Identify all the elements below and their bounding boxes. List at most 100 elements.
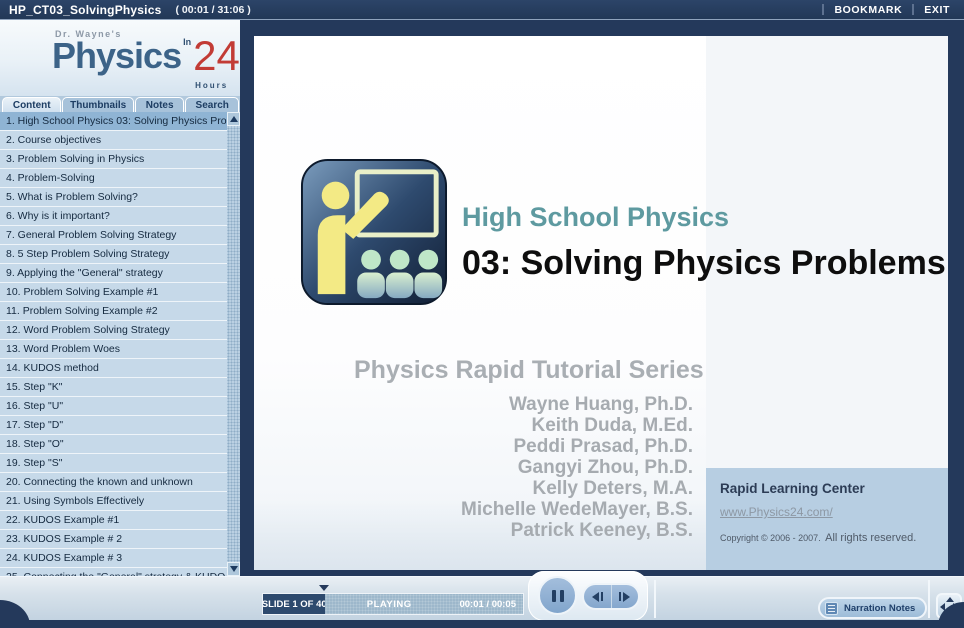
slide-stage: High School Physics 03: Solving Physics …: [252, 20, 964, 576]
org-name: Rapid Learning Center: [720, 481, 865, 496]
previous-icon: [591, 591, 599, 602]
tab-thumbnails[interactable]: Thumbnails: [62, 97, 134, 112]
slide-subtitle: Physics Rapid Tutorial Series: [354, 356, 704, 384]
toc-item[interactable]: 23. KUDOS Example # 2: [0, 530, 227, 549]
notes-document-icon: [825, 601, 838, 615]
logo-number: 24: [193, 32, 240, 79]
next-slide-button[interactable]: [612, 585, 639, 608]
slide-elapsed-time: 00:01 / 00:05: [459, 598, 516, 610]
toc-item[interactable]: 12. Word Problem Solving Strategy: [0, 321, 227, 340]
toc-item[interactable]: 21. Using Symbols Effectively: [0, 492, 227, 511]
series-title: High School Physics: [462, 202, 730, 232]
author-name: Patrick Keeney, B.S.: [510, 520, 693, 541]
teacher-classroom-icon: [300, 158, 448, 306]
sidebar-tabs: Content Thumbnails Notes Search: [0, 96, 240, 112]
slide-title: 03: Solving Physics Problems: [462, 244, 946, 282]
toc-item[interactable]: 5. What is Problem Solving?: [0, 188, 227, 207]
logo-word: Physics: [52, 35, 182, 76]
author-name: Gangyi Zhou, Ph.D.: [517, 457, 693, 478]
topbar-divider: [912, 4, 915, 15]
sidebar: Dr. Wayne's Physics In 24 Hours Content T…: [0, 20, 240, 576]
author-name: Kelly Deters, M.A.: [532, 478, 694, 499]
controlbar-divider: [654, 580, 656, 618]
toc-panel: 1. High School Physics 03: Solving Physi…: [0, 112, 240, 576]
topbar-divider: [822, 4, 825, 15]
tab-notes[interactable]: Notes: [134, 97, 185, 112]
toc-item[interactable]: 11. Problem Solving Example #2: [0, 302, 227, 321]
toc-item[interactable]: 22. KUDOS Example #1: [0, 511, 227, 530]
playback-status: PLAYING: [366, 598, 412, 610]
expand-icon: [946, 597, 954, 602]
logo-wordmark: Physics In 24 Hours: [52, 32, 240, 92]
toc-item[interactable]: 10. Problem Solving Example #1: [0, 283, 227, 302]
toc-item[interactable]: 4. Problem-Solving: [0, 169, 227, 188]
brand-logo: Dr. Wayne's Physics In 24 Hours: [0, 20, 240, 96]
next-icon-bar: [619, 592, 622, 601]
tab-content[interactable]: Content: [2, 97, 62, 112]
toc-item[interactable]: 19. Step "S": [0, 454, 227, 473]
author-name: Keith Duda, M.Ed.: [531, 415, 694, 436]
tab-search[interactable]: Search: [185, 97, 239, 112]
logo-hours: Hours: [195, 81, 229, 90]
app-window: HP_CT03_SolvingPhysics ( 00:01 / 31:06 )…: [0, 0, 964, 628]
pause-button[interactable]: [538, 576, 577, 615]
author-name: Wayne Huang, Ph.D.: [508, 394, 693, 415]
total-duration: ( 00:01 / 31:06 ): [175, 3, 251, 16]
toc-item[interactable]: 25. Connecting the "General" strategy & …: [0, 568, 227, 576]
toc-item[interactable]: 1. High School Physics 03: Solving Physi…: [0, 112, 227, 131]
author-name: Peddi Prasad, Ph.D.: [513, 436, 694, 457]
seek-marker[interactable]: [319, 585, 330, 591]
toc-item[interactable]: 2. Course objectives: [0, 131, 227, 150]
toc-item[interactable]: 9. Applying the "General" strategy: [0, 264, 227, 283]
logo-in: In: [183, 37, 192, 47]
playback-controls: [528, 571, 648, 621]
toc-item[interactable]: 3. Problem Solving in Physics: [0, 150, 227, 169]
pause-icon: [551, 589, 556, 602]
slide-counter: SLIDE 1 OF 40: [263, 598, 326, 610]
window-title: HP_CT03_SolvingPhysics: [9, 2, 162, 17]
progress-bar[interactable]: SLIDE 1 OF 40 PLAYING 00:01 / 00:05: [262, 593, 524, 615]
toc-scrollbar[interactable]: [227, 112, 240, 576]
player-controlbar: SLIDE 1 OF 40 PLAYING 00:01 / 00:05 Narr…: [0, 571, 964, 621]
scroll-up-button[interactable]: [227, 112, 240, 126]
toc-item[interactable]: 20. Connecting the known and unknown: [0, 473, 227, 492]
progress-fill: SLIDE 1 OF 40: [263, 594, 326, 614]
toc-item[interactable]: 24. KUDOS Example # 3: [0, 549, 227, 568]
bottom-strip: [0, 620, 964, 628]
author-name: Michelle WedeMayer, B.S.: [461, 499, 693, 520]
toc-item[interactable]: 15. Step "K": [0, 378, 227, 397]
topbar-right: BOOKMARK EXIT: [822, 4, 964, 16]
toc-item[interactable]: 8. 5 Step Problem Solving Strategy: [0, 245, 227, 264]
slide-footer-panel: Rapid Learning Center www.Physics24.com/…: [706, 468, 948, 570]
narration-notes-button[interactable]: Narration Notes: [818, 597, 928, 619]
exit-button[interactable]: EXIT: [924, 4, 950, 16]
triangle-up-icon: [229, 116, 238, 122]
bookmark-button[interactable]: BOOKMARK: [834, 4, 902, 16]
triangle-down-icon: [229, 566, 238, 572]
author-list: Wayne Huang, Ph.D. Keith Duda, M.Ed. Peddi…: [314, 394, 693, 541]
progress-track: PLAYING 00:01 / 00:05: [325, 594, 523, 614]
main-row: Dr. Wayne's Physics In 24 Hours Content T…: [0, 20, 964, 576]
toc-item[interactable]: 13. Word Problem Woes: [0, 340, 227, 359]
toc-item[interactable]: 6. Why is it important?: [0, 207, 227, 226]
prev-next-group: [582, 583, 640, 610]
slide-canvas: High School Physics 03: Solving Physics …: [254, 36, 948, 570]
toc-item[interactable]: 14. KUDOS method: [0, 359, 227, 378]
topbar: HP_CT03_SolvingPhysics ( 00:01 / 31:06 )…: [0, 0, 964, 20]
previous-icon-bar: [600, 592, 603, 601]
logo-24: In 24 Hours: [181, 32, 240, 92]
toc-item[interactable]: 17. Step "D": [0, 416, 227, 435]
pane-splitter: [240, 20, 252, 576]
controlbar-divider: [928, 580, 930, 618]
pause-icon: [559, 589, 564, 602]
toc-item[interactable]: 18. Step "O": [0, 435, 227, 454]
copyright-text: Copyright © 2006 - 2007. All rights rese…: [720, 532, 917, 544]
next-icon: [623, 591, 631, 602]
topbar-left: HP_CT03_SolvingPhysics ( 00:01 / 31:06 ): [0, 3, 251, 17]
toc-item[interactable]: 16. Step "U": [0, 397, 227, 416]
toc-list: 1. High School Physics 03: Solving Physi…: [0, 112, 227, 576]
website-link[interactable]: www.Physics24.com/: [720, 505, 948, 519]
scroll-down-button[interactable]: [227, 562, 240, 576]
toc-item[interactable]: 7. General Problem Solving Strategy: [0, 226, 227, 245]
previous-slide-button[interactable]: [584, 585, 612, 608]
